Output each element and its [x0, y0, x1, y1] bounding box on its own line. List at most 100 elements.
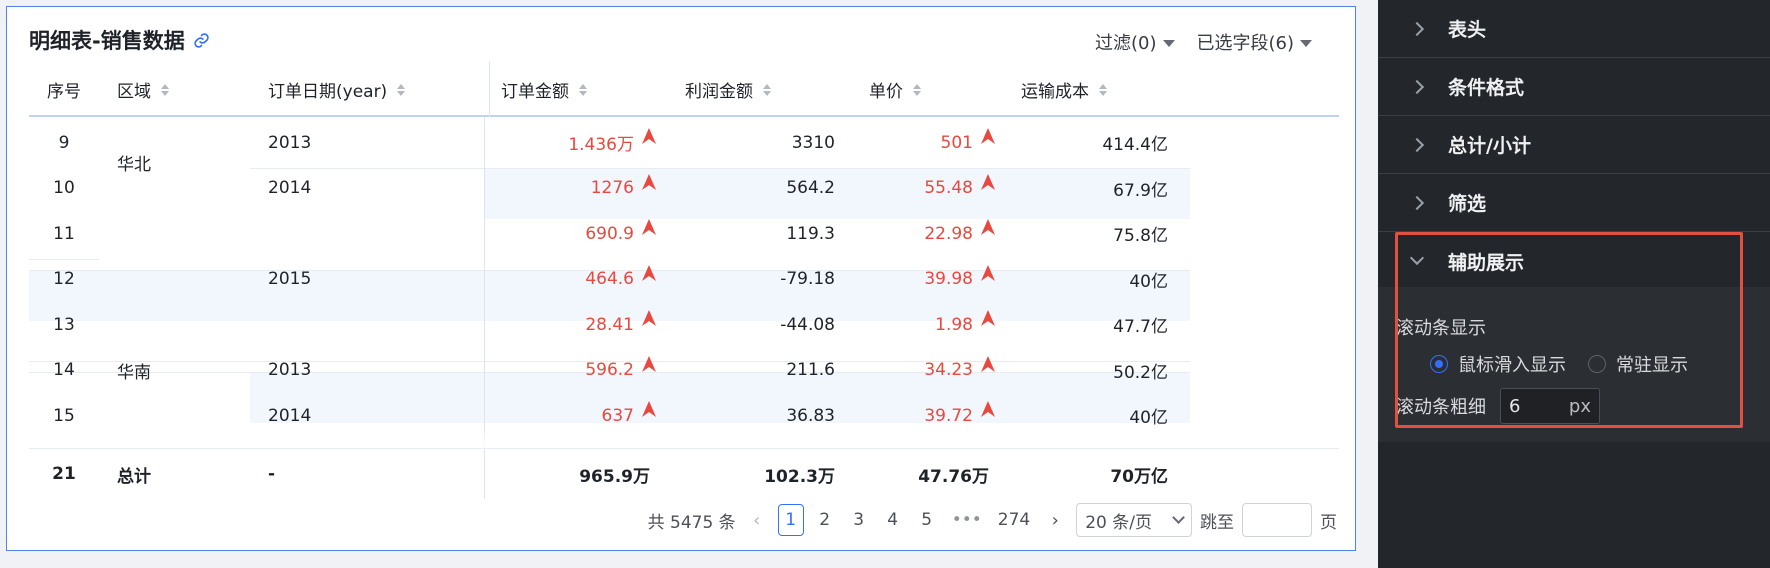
selected-fields-dropdown[interactable]: 已选字段(6): [1197, 29, 1312, 55]
table-actions: 过滤(0) 已选字段(6): [1095, 29, 1312, 55]
row-order-amount: 690.9: [484, 208, 656, 259]
col-header-order-amount[interactable]: 订单金额: [501, 62, 587, 117]
row-unit-price-text: 39.98: [924, 269, 973, 289]
row-order-amount: 464.6: [484, 254, 656, 305]
row-index: 13: [29, 299, 99, 350]
section-label: 条件格式: [1448, 77, 1525, 99]
page-last[interactable]: 274: [994, 504, 1034, 536]
row-year-text: 2015: [268, 269, 312, 289]
section-auxiliary-display[interactable]: 辅助展示: [1378, 232, 1770, 290]
row-index: 14: [29, 345, 99, 396]
row-shipping-cost-text: 40亿: [1129, 408, 1168, 428]
page-3[interactable]: 3: [846, 504, 872, 536]
col-header-label: 订单日期(year): [268, 82, 388, 102]
table-total-row: 21 总计 - 965.9万 102.3万 47.76万 70万亿: [29, 448, 1339, 499]
page-size-select[interactable]: 20 条/页: [1076, 503, 1192, 537]
row-shipping-cost: 50.2亿: [1019, 345, 1168, 396]
table-header: 序号 区域 订单日期(year) 订单金额 利润金额 单价 运输成本: [29, 62, 1339, 117]
row-year-text: 2013: [268, 132, 312, 153]
col-header-index: 序号: [47, 62, 81, 117]
card-title-text: 明细表-销售数据: [29, 29, 185, 53]
arrow-up-icon: [981, 401, 995, 422]
filter-dropdown[interactable]: 过滤(0): [1095, 29, 1175, 55]
section-total-subtotal[interactable]: 总计/小计: [1378, 116, 1770, 174]
row-unit-price: 34.23: [819, 345, 995, 396]
row-shipping-cost-text: 67.9亿: [1113, 180, 1168, 201]
col-header-label: 利润金额: [685, 82, 753, 102]
total-shipping-cost: 70万亿: [1110, 466, 1168, 487]
total-label: 总计: [117, 466, 151, 487]
radio-unchecked-icon[interactable]: [1588, 355, 1606, 373]
row-index-text: 12: [53, 269, 75, 289]
col-header-shipping-cost[interactable]: 运输成本: [1021, 62, 1107, 117]
row-index-text: 9: [58, 132, 70, 153]
chevron-down-icon: [1172, 511, 1185, 524]
row-unit-price-text: 34.23: [924, 360, 973, 380]
radio-always-show[interactable]: 常驻显示: [1588, 351, 1688, 377]
row-region: 华南: [117, 362, 151, 383]
row-shipping-cost: 75.8亿: [1019, 208, 1168, 259]
row-year-text: 2014: [268, 178, 312, 198]
sort-icon[interactable]: [1099, 83, 1107, 96]
col-header-profit[interactable]: 利润金额: [685, 62, 771, 117]
arrow-up-icon: [642, 401, 656, 422]
arrow-up-icon: [642, 264, 656, 286]
scrollbar-thickness-input[interactable]: 6 px: [1500, 388, 1600, 424]
arrow-up-icon: [642, 128, 656, 149]
radio-hover-show[interactable]: 鼠标滑入显示: [1430, 351, 1566, 377]
section-label: 筛选: [1448, 193, 1487, 215]
row-year: 2015: [268, 254, 311, 305]
sort-icon[interactable]: [397, 83, 406, 96]
page-unit-label: 页: [1320, 512, 1337, 533]
total-count: 共 5475 条: [647, 512, 736, 533]
row-order-amount-text: 1.436万: [568, 135, 634, 155]
row-order-amount-text: 1276: [590, 178, 634, 198]
link-icon[interactable]: [193, 32, 210, 49]
sort-icon[interactable]: [161, 83, 169, 96]
radio-label: 常驻显示: [1616, 355, 1688, 376]
page-size-value: 20 条/页: [1085, 512, 1152, 533]
row-profit: 211.6: [669, 345, 835, 396]
page-1[interactable]: 1: [777, 504, 804, 536]
col-header-label: 订单金额: [501, 82, 569, 102]
page-2[interactable]: 2: [812, 504, 838, 536]
row-profit: -79.18: [669, 254, 835, 305]
col-header-order-date[interactable]: 订单日期(year): [268, 62, 406, 117]
total-index: 21: [52, 464, 76, 484]
more-pages-ellipsis[interactable]: •••: [948, 504, 986, 536]
row-index-text: 15: [53, 405, 75, 426]
total-year: -: [268, 464, 276, 484]
table-body[interactable]: 9 华北 2013 1.436万 3310 501 414.4亿 10 2014 1276 564.…: [29, 117, 1339, 448]
total-unit-price: 47.76万: [918, 466, 989, 487]
col-header-label: 运输成本: [1021, 82, 1089, 102]
row-order-amount-text: 690.9: [585, 223, 634, 244]
next-page-button[interactable]: ›: [1042, 504, 1068, 536]
section-header-settings[interactable]: 表头: [1378, 0, 1770, 58]
card-title: 明细表-销售数据: [29, 25, 210, 55]
jump-page-input[interactable]: [1242, 503, 1312, 537]
page-4[interactable]: 4: [880, 504, 906, 536]
row-unit-price: 39.98: [819, 254, 995, 305]
row-unit-price-text: 22.98: [924, 223, 973, 244]
col-header-unit-price[interactable]: 单价: [869, 62, 921, 117]
page-5[interactable]: 5: [914, 504, 940, 536]
prev-page-button[interactable]: ‹: [744, 504, 770, 536]
sort-icon[interactable]: [913, 83, 921, 96]
sort-icon[interactable]: [579, 83, 587, 96]
row-shipping-cost: 40亿: [1019, 390, 1168, 441]
sort-icon[interactable]: [763, 83, 771, 96]
row-order-amount-text: 464.6: [585, 269, 634, 289]
section-conditional-format[interactable]: 条件格式: [1378, 58, 1770, 116]
thickness-unit: px: [1568, 395, 1591, 417]
total-profit: 102.3万: [764, 466, 835, 487]
pagination: 共 5475 条 ‹ 1 2 3 4 5 ••• 274 › 20 条/页 跳至…: [648, 503, 1337, 537]
row-unit-price: 39.72: [819, 390, 995, 441]
scrollbar-thickness-row: 滚动条粗细 6 px: [1396, 388, 1600, 424]
col-header-region[interactable]: 区域: [117, 62, 169, 117]
radio-checked-icon[interactable]: [1430, 355, 1448, 373]
section-filter[interactable]: 筛选: [1378, 174, 1770, 232]
arrow-up-icon: [981, 219, 995, 240]
arrow-up-icon: [642, 355, 656, 377]
row-index: 12: [29, 254, 99, 305]
row-shipping-cost-text: 75.8亿: [1113, 226, 1168, 246]
